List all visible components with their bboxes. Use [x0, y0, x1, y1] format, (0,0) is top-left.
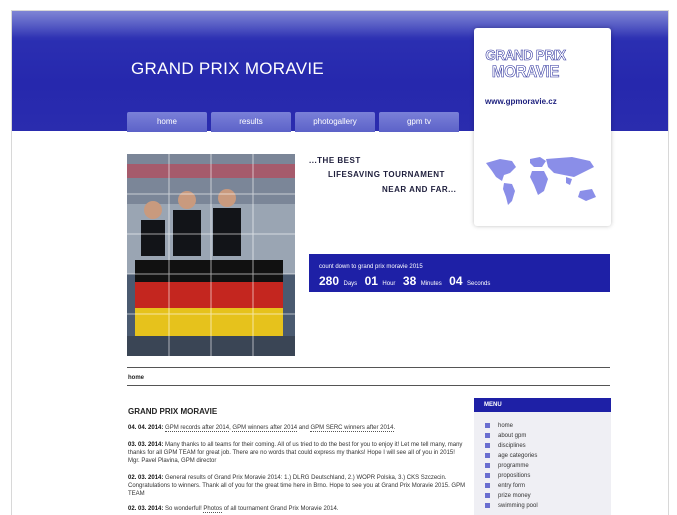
bullet-icon	[485, 503, 490, 508]
countdown-values: 280 Days 01 Hour 38 Minutes 04 Seconds	[319, 274, 491, 288]
bullet-icon	[485, 493, 490, 498]
nav-photogallery[interactable]: photogallery	[295, 112, 375, 132]
divider	[127, 385, 610, 386]
countdown-box: count down to grand prix moravie 2015 28…	[309, 254, 610, 292]
menu-item-swimming-pool[interactable]: swimming pool	[485, 503, 538, 509]
nav-results[interactable]: results	[211, 112, 291, 132]
bullet-icon	[485, 453, 490, 458]
bullet-icon	[485, 463, 490, 468]
link-serc-winners[interactable]: GPM SERC winners after 2014	[310, 425, 394, 432]
menu-item-programme[interactable]: programme	[485, 463, 529, 469]
countdown-days: 280	[319, 274, 340, 288]
bullet-icon	[485, 483, 490, 488]
menu-item-propositions[interactable]: propositions	[485, 473, 530, 479]
logo-panel: GRAND PRIX MORAVIE www.gpmoravie.cz	[474, 28, 611, 226]
logo[interactable]: GRAND PRIX MORAVIE	[485, 48, 566, 81]
world-map-icon	[486, 157, 596, 205]
link-winners[interactable]: GPM winners after 2014	[232, 425, 298, 432]
site-title: GRAND PRIX MORAVIE	[131, 59, 325, 78]
nav-home[interactable]: home	[127, 112, 207, 132]
nav-gpm-tv[interactable]: gpm tv	[379, 112, 459, 132]
bullet-icon	[485, 433, 490, 438]
bullet-icon	[485, 443, 490, 448]
menu-item-age-categories[interactable]: age categories	[485, 453, 537, 459]
news-item: 02. 03. 2014: So wonderful! Photos of al…	[128, 506, 339, 513]
countdown-minutes: 38	[402, 274, 417, 288]
link-records[interactable]: GPM records after 2014	[165, 425, 230, 432]
breadcrumb: home	[128, 375, 145, 381]
divider	[127, 367, 610, 368]
link-photos[interactable]: Photos	[203, 506, 223, 513]
side-menu: home about gpm disciplines age categorie…	[474, 412, 611, 515]
bullet-icon	[485, 423, 490, 428]
menu-item-entry-form[interactable]: entry form	[485, 483, 525, 489]
news-item: 04. 04. 2014: GPM records after 2014, GP…	[128, 425, 396, 432]
menu-item-about-gpm[interactable]: about gpm	[485, 433, 526, 439]
menu-header: MENU	[474, 398, 611, 412]
countdown-hours: 01	[364, 274, 378, 288]
page-frame: GRAND PRIX MORAVIE home results photogal…	[11, 10, 669, 515]
countdown-seconds: 04	[449, 274, 463, 288]
logo-url[interactable]: www.gpmoravie.cz	[485, 97, 557, 106]
menu-item-prize-money[interactable]: prize money	[485, 493, 531, 499]
countdown-label: count down to grand prix moravie 2015	[319, 264, 423, 270]
menu-item-disciplines[interactable]: disciplines	[485, 443, 526, 449]
tagline-line3: NEAR AND FAR...	[382, 185, 457, 194]
tagline-line2: LIFESAVING TOURNAMENT	[328, 170, 445, 179]
news-item: 02. 03. 2014: General results of Grand P…	[128, 475, 466, 497]
tagline-line1: ...THE BEST	[309, 156, 361, 165]
bullet-icon	[485, 473, 490, 478]
menu-item-home[interactable]: home	[485, 423, 513, 429]
news-item: 03. 03. 2014: Many thanks to all teams f…	[128, 442, 463, 464]
team-photo	[127, 154, 295, 356]
content-title: GRAND PRIX MORAVIE	[128, 407, 218, 416]
